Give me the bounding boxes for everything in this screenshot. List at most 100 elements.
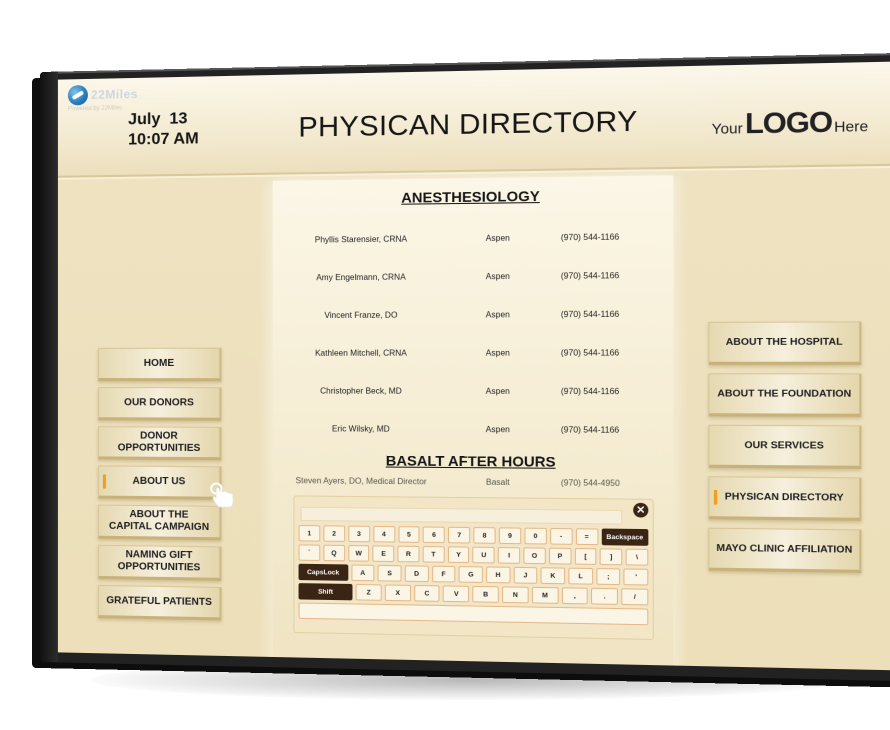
nav-label: DONOR OPPORTUNITIES — [117, 429, 201, 454]
key-x44[interactable]: , — [561, 587, 589, 605]
key-x61[interactable]: = — [575, 528, 598, 546]
key-x96[interactable]: ` — [298, 544, 321, 561]
logo-placeholder: Your LOGO Here — [712, 105, 869, 142]
key-e[interactable]: E — [372, 545, 395, 563]
nav-about-hospital-button[interactable]: ABOUT THE HOSPITAL — [708, 321, 862, 365]
key-j[interactable]: J — [513, 566, 538, 584]
nav-label: HOME — [143, 357, 175, 369]
keyboard-row: ` Q W E R T Y U I O P[] \ — [298, 544, 649, 566]
header: 22Miles Powered by 22Miles July 13 10:07… — [57, 61, 890, 178]
key-m[interactable]: M — [531, 586, 559, 604]
directory-row[interactable]: Vincent Franze, DO Aspen (970) 544-1166 — [273, 295, 674, 335]
nav-about-foundation-button[interactable]: ABOUT THE FOUNDATION — [708, 373, 862, 417]
nav-donor-opportunities-button[interactable]: DONOR OPPORTUNITIES — [97, 426, 222, 461]
key-a[interactable]: A — [350, 564, 375, 582]
key-backspace[interactable]: Backspace — [601, 528, 649, 546]
physician-phone: (970) 544-1166 — [560, 309, 620, 320]
key-7[interactable]: 7 — [448, 526, 471, 544]
nav-label: MAYO CLINIC AFFILIATION — [716, 541, 853, 556]
key-c[interactable]: C — [413, 584, 440, 602]
key-i[interactable]: I — [498, 546, 521, 564]
key-r[interactable]: R — [397, 545, 420, 563]
key-x47[interactable]: / — [621, 588, 649, 606]
key-5[interactable]: 5 — [397, 526, 420, 543]
physician-location: Aspen — [485, 233, 510, 243]
key-f[interactable]: F — [431, 565, 456, 583]
directory-row[interactable]: Eric Wilsky, MD Aspen (970) 544-1166 — [273, 410, 674, 450]
nav-mayo-clinic-button[interactable]: MAYO CLINIC AFFILIATION — [708, 527, 862, 573]
nav-physician-directory-button[interactable]: PHYSICAN DIRECTORY — [708, 476, 862, 521]
physician-name: Christopher Beck, MD — [320, 386, 402, 396]
key-g[interactable]: G — [458, 566, 483, 583]
key-v[interactable]: V — [443, 585, 470, 603]
keyboard-row: 1 2 3 4 5 6 7 8 9 0- = Backspace — [298, 525, 649, 546]
nav-our-services-button[interactable]: OUR SERVICES — [708, 424, 862, 469]
key-capslock[interactable]: CapsLock — [298, 563, 348, 581]
logo-prefix: Your — [711, 119, 743, 137]
right-nav: ABOUT THE HOSPITAL ABOUT THE FOUNDATION … — [708, 321, 862, 581]
brand-name: 22Miles — [90, 86, 139, 102]
active-indicator — [102, 474, 106, 489]
key-x91[interactable]: [ — [574, 547, 597, 565]
kiosk-screen: 22Miles Powered by 22Miles July 13 10:07… — [57, 61, 890, 671]
directory-row[interactable]: Amy Engelmann, CRNA Aspen (970) 544-1166 — [273, 256, 674, 297]
key-x93[interactable]: ] — [600, 548, 623, 566]
key-x59[interactable]: ; — [596, 568, 621, 586]
logo-main: LOGO — [744, 105, 832, 140]
key-8[interactable]: 8 — [473, 527, 496, 544]
key-shift[interactable]: Shift — [298, 583, 353, 601]
left-nav: HOME OUR DONORS DONOR OPPORTUNITIES ABOU… — [97, 347, 222, 627]
key-y[interactable]: Y — [447, 546, 470, 564]
nav-grateful-patients-button[interactable]: GRATEFUL PATIENTS — [97, 584, 222, 621]
key-b[interactable]: B — [472, 585, 499, 603]
key-2[interactable]: 2 — [323, 525, 345, 542]
directory-row[interactable]: Steven Ayers, DO, Medical Director Basal… — [273, 468, 674, 496]
key-n[interactable]: N — [502, 586, 529, 604]
nav-about-us-button[interactable]: ABOUT US — [97, 465, 222, 500]
key-x46[interactable]: . — [591, 587, 619, 605]
key-x92[interactable]: \ — [625, 548, 649, 566]
key-p[interactable]: P — [548, 547, 572, 565]
nav-capital-campaign-button[interactable]: ABOUT THE CAPITAL CAMPAIGN — [97, 504, 222, 541]
directory-row[interactable]: Christopher Beck, MD Aspen (970) 544-116… — [273, 372, 674, 411]
key-space[interactable] — [298, 602, 649, 626]
directory-row[interactable]: Kathleen Mitchell, CRNA Aspen (970) 544-… — [273, 333, 674, 372]
physician-phone: (970) 544-1166 — [560, 348, 620, 358]
key-x39[interactable]: ' — [623, 568, 649, 586]
display-frame: 22Miles Powered by 22Miles July 13 10:07… — [40, 52, 890, 682]
nav-home-button[interactable]: HOME — [97, 347, 222, 382]
nav-label: PHYSICAN DIRECTORY — [724, 490, 844, 504]
key-l[interactable]: L — [568, 567, 593, 585]
keyboard-row — [298, 602, 649, 626]
key-x45[interactable]: - — [549, 527, 573, 545]
key-w[interactable]: W — [347, 545, 370, 562]
physician-phone: (970) 544-1166 — [560, 386, 620, 397]
directory-row[interactable]: Phyllis Starensier, CRNA Aspen (970) 544… — [273, 217, 674, 259]
nav-our-donors-button[interactable]: OUR DONORS — [97, 387, 222, 421]
nav-label: OUR DONORS — [124, 396, 194, 408]
key-h[interactable]: H — [486, 566, 511, 584]
key-t[interactable]: T — [422, 545, 445, 563]
key-z[interactable]: Z — [355, 584, 382, 601]
key-s[interactable]: S — [377, 564, 402, 582]
key-9[interactable]: 9 — [498, 527, 522, 545]
logo-suffix: Here — [834, 117, 869, 135]
nav-naming-gift-button[interactable]: NAMING GIFT OPPORTUNITIES — [97, 544, 222, 581]
keyboard-input[interactable] — [300, 506, 623, 525]
key-1[interactable]: 1 — [298, 525, 321, 542]
keyboard-row: Shift Z X C V B N M,. / — [298, 583, 649, 606]
key-4[interactable]: 4 — [372, 525, 395, 543]
key-d[interactable]: D — [404, 565, 429, 583]
key-k[interactable]: K — [540, 567, 566, 585]
key-x[interactable]: X — [384, 584, 411, 602]
physician-name: Kathleen Mitchell, CRNA — [315, 348, 407, 358]
directory-list: Phyllis Starensier, CRNA Aspen (970) 544… — [273, 217, 674, 450]
nav-label: GRATEFUL PATIENTS — [106, 594, 212, 608]
key-0[interactable]: 0 — [524, 527, 547, 545]
key-3[interactable]: 3 — [348, 525, 370, 543]
key-6[interactable]: 6 — [423, 526, 446, 544]
key-q[interactable]: Q — [323, 544, 345, 562]
key-u[interactable]: U — [472, 546, 495, 564]
key-o[interactable]: O — [523, 547, 546, 565]
close-icon[interactable]: ✕ — [633, 502, 649, 518]
